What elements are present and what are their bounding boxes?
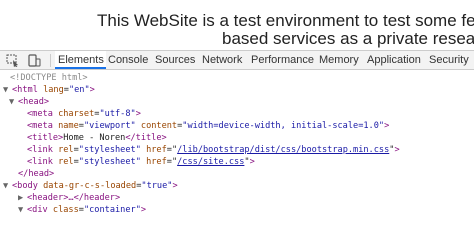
title-text: Home - Noren (63, 133, 126, 143)
tab-performance[interactable]: Performance (251, 51, 314, 69)
toolbar-divider (50, 54, 51, 67)
tab-application[interactable]: Application (367, 51, 421, 69)
tree-node-body[interactable]: ▼ <body data-gr-c-s-loaded="true"> (3, 180, 178, 192)
doctype-text: <!DOCTYPE html> (10, 73, 88, 83)
page-banner: This WebSite is a test environment to te… (0, 0, 474, 50)
tree-node-link-site[interactable]: <link rel="stylesheet" href="/css/site.c… (27, 156, 255, 168)
tree-node-head[interactable]: ▼ <head> (9, 96, 49, 108)
elements-tree: <!DOCTYPE html> ▼ <html lang="en"> ▼ <head… (0, 70, 474, 216)
device-toolbar-icon[interactable] (27, 54, 41, 67)
tree-node-meta-viewport[interactable]: <meta name="viewport" content="width=dev… (27, 120, 389, 132)
tab-security[interactable]: Security (429, 51, 469, 69)
href-link[interactable]: /lib/bootstrap/dist/css/bootstrap.min.cs… (177, 145, 389, 155)
tree-node-html[interactable]: ▼ <html lang="en"> (3, 84, 95, 96)
tab-sources[interactable]: Sources (155, 51, 195, 69)
tab-memory[interactable]: Memory (319, 51, 359, 69)
tab-elements[interactable]: Elements (55, 51, 106, 69)
tab-network[interactable]: Network (202, 51, 242, 69)
inspect-element-icon[interactable] (6, 54, 20, 68)
tree-node-header[interactable]: ▶ <header>…</header> (18, 192, 120, 204)
devtools-toolbar: Elements Console Sources Network Perform… (0, 50, 474, 70)
tab-console[interactable]: Console (108, 51, 148, 69)
collapse-triangle-icon[interactable]: ▼ (3, 180, 12, 192)
banner-line-2: based services as a private research pro (222, 29, 474, 48)
tree-node-title[interactable]: <title>Home - Noren</title> (27, 132, 167, 144)
collapse-triangle-icon[interactable]: ▼ (9, 96, 18, 108)
tree-node-meta-charset[interactable]: <meta charset="utf-8"> (27, 108, 141, 120)
expand-triangle-icon[interactable]: ▶ (18, 192, 27, 204)
collapse-triangle-icon[interactable]: ▼ (3, 84, 12, 96)
tree-node-doctype[interactable]: <!DOCTYPE html> (10, 72, 88, 84)
tree-node-link-bootstrap[interactable]: <link rel="stylesheet" href="/lib/bootst… (27, 144, 400, 156)
banner-line-1: This WebSite is a test environment to te… (97, 11, 474, 30)
collapse-triangle-icon[interactable]: ▼ (18, 204, 27, 216)
href-link[interactable]: /css/site.css (177, 157, 244, 167)
tree-node-div-container[interactable]: ▼ <div class="container"> (18, 204, 146, 216)
tree-node-head-close[interactable]: </head> (18, 168, 54, 180)
